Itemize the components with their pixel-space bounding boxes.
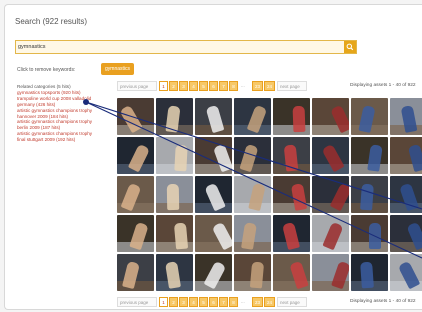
thumbnail[interactable]	[234, 176, 271, 213]
thumbnail[interactable]	[273, 254, 310, 291]
athlete-figure	[173, 222, 189, 250]
page-title: Search (922 results)	[15, 17, 88, 26]
pagination-top: previous page 1 2 3 4 5 6 7 8 ... 23 24 …	[117, 81, 317, 91]
previous-page-button[interactable]: previous page	[117, 81, 157, 91]
page-7[interactable]: 7	[219, 297, 228, 307]
thumbnail[interactable]	[390, 254, 422, 291]
thumbnail[interactable]	[273, 98, 310, 135]
thumbnail[interactable]	[351, 98, 388, 135]
thumbnail[interactable]	[390, 98, 422, 135]
remove-keywords-label: Click to remove keywords:	[17, 67, 76, 73]
thumbnail[interactable]	[390, 215, 422, 252]
thumbnail[interactable]	[273, 215, 310, 252]
related-link[interactable]: final stuttgart 2009 (192 hits)	[17, 137, 117, 143]
thumbnail[interactable]	[273, 176, 310, 213]
page-1[interactable]: 1	[159, 81, 168, 91]
thumbnail[interactable]	[117, 254, 154, 291]
thumbnail[interactable]	[312, 254, 349, 291]
page-6[interactable]: 6	[209, 297, 218, 307]
thumbnail[interactable]	[234, 137, 271, 174]
thumbnail[interactable]	[117, 176, 154, 213]
thumbnail[interactable]	[195, 215, 232, 252]
page-3[interactable]: 3	[179, 297, 188, 307]
next-page-button[interactable]: next page	[277, 81, 307, 91]
athlete-figure	[249, 261, 265, 289]
page-7[interactable]: 7	[219, 81, 228, 91]
display-count-top: Displaying assets 1 - 40 of 922	[350, 83, 416, 88]
thumbnail[interactable]	[351, 176, 388, 213]
thumbnail[interactable]	[234, 254, 271, 291]
athlete-figure	[360, 183, 374, 211]
previous-page-button[interactable]: previous page	[117, 297, 157, 307]
athlete-figure	[292, 105, 306, 133]
thumbnail[interactable]	[117, 215, 154, 252]
thumbnail[interactable]	[312, 98, 349, 135]
athlete-figure	[283, 144, 299, 172]
page-8[interactable]: 8	[229, 81, 238, 91]
athlete-figure	[360, 261, 374, 289]
search-button[interactable]	[344, 41, 356, 53]
page-23[interactable]: 23	[252, 297, 263, 307]
next-page-button[interactable]: next page	[277, 297, 307, 307]
thumbnail[interactable]	[234, 98, 271, 135]
page-4[interactable]: 4	[189, 297, 198, 307]
thumbnail[interactable]	[351, 254, 388, 291]
page-4[interactable]: 4	[189, 81, 198, 91]
thumbnail[interactable]	[195, 254, 232, 291]
thumbnail[interactable]	[273, 137, 310, 174]
thumbnail[interactable]	[390, 176, 422, 213]
page-2[interactable]: 2	[169, 297, 178, 307]
page-5[interactable]: 5	[199, 81, 208, 91]
thumbnail[interactable]	[156, 98, 193, 135]
thumbnail[interactable]	[351, 215, 388, 252]
athlete-figure	[166, 183, 180, 211]
page-2[interactable]: 2	[169, 81, 178, 91]
thumbnail[interactable]	[156, 176, 193, 213]
pagination-ellipsis: ...	[241, 299, 245, 304]
thumbnail[interactable]	[312, 137, 349, 174]
thumbnail[interactable]	[390, 137, 422, 174]
image-grid	[117, 98, 422, 294]
thumbnail[interactable]	[312, 176, 349, 213]
athlete-figure	[174, 144, 188, 172]
thumbnail[interactable]	[312, 215, 349, 252]
search-icon	[346, 43, 354, 51]
page-23[interactable]: 23	[252, 81, 263, 91]
page-1[interactable]: 1	[159, 297, 168, 307]
page-5[interactable]: 5	[199, 297, 208, 307]
thumbnail[interactable]	[117, 137, 154, 174]
page-24[interactable]: 24	[264, 81, 275, 91]
thumbnail[interactable]	[117, 98, 154, 135]
thumbnail[interactable]	[234, 215, 271, 252]
search-results-panel: Search (922 results) Click to remove key…	[4, 4, 422, 310]
thumbnail[interactable]	[195, 98, 232, 135]
thumbnail[interactable]	[195, 137, 232, 174]
pagination-bottom: previous page 1 2 3 4 5 6 7 8 ... 23 24 …	[117, 297, 317, 307]
page-6[interactable]: 6	[209, 81, 218, 91]
page-24[interactable]: 24	[264, 297, 275, 307]
related-categories: Related categories (5 hits) gymnastics t…	[17, 84, 117, 143]
thumbnail[interactable]	[156, 137, 193, 174]
pagination-ellipsis: ...	[241, 83, 245, 88]
thumbnail[interactable]	[156, 215, 193, 252]
page-3[interactable]: 3	[179, 81, 188, 91]
athlete-figure	[369, 223, 381, 249]
thumbnail[interactable]	[195, 176, 232, 213]
thumbnail[interactable]	[156, 254, 193, 291]
search-input[interactable]	[18, 42, 338, 52]
search-bar	[15, 40, 357, 54]
keyword-chip[interactable]: gymnastics	[101, 63, 135, 75]
page-8[interactable]: 8	[229, 297, 238, 307]
thumbnail[interactable]	[351, 137, 388, 174]
display-count-bottom: Displaying assets 1 - 40 of 922	[350, 299, 416, 304]
